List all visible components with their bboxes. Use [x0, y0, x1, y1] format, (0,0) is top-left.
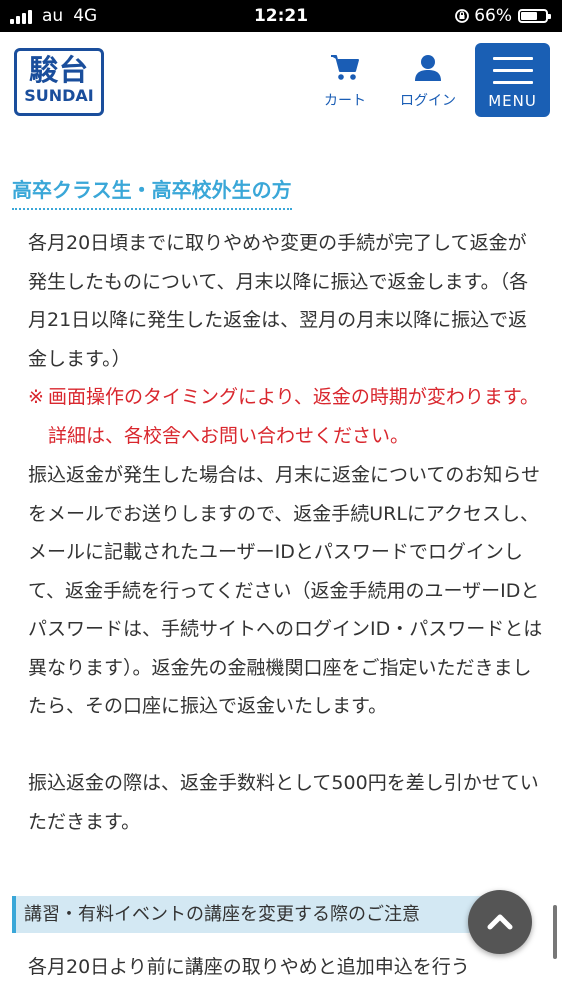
orientation-lock-icon — [455, 9, 470, 23]
scrollbar[interactable] — [553, 905, 557, 959]
battery-icon — [518, 9, 551, 23]
cart-icon — [331, 55, 359, 80]
scroll-to-top-button[interactable] — [468, 890, 532, 954]
menu-label: MENU — [488, 92, 537, 110]
status-right: 66% — [454, 6, 551, 26]
notice-heading: 講習・有料イベントの講座を変更する際のご注意 — [12, 896, 488, 933]
battery-fill — [521, 12, 537, 20]
sundai-logo[interactable]: 駿台 SUNDAI — [14, 48, 104, 116]
refund-fee-paragraph: 振込返金の際は、返金手数料として500円を差し引かせていただきます。 — [28, 772, 539, 833]
logo-kanji: 駿台 — [28, 53, 89, 87]
timing-warning: ※ 画面操作のタイミングにより、返金の時期が変わります。詳細は、各校舎へお問い合… — [28, 378, 543, 455]
login-label: ログイン — [400, 93, 456, 109]
notice-paragraph: 各月20日より前に講座の取りやめと追加申込を行う — [28, 956, 470, 978]
cart-label: カート — [324, 93, 366, 109]
status-bar: au 4G 12:21 66% — [0, 0, 562, 32]
chevron-up-icon — [487, 914, 513, 930]
section-heading: 高卒クラス生・高卒校外生の方 — [12, 175, 292, 210]
refund-paragraph-1: 各月20日頃までに取りやめや変更の手続が完了して返金が発生したものについて、月末… — [28, 232, 529, 370]
hamburger-icon — [492, 57, 533, 84]
battery-percent: 66% — [474, 6, 512, 26]
login-button[interactable]: ログイン — [396, 52, 460, 110]
cart-button[interactable]: カート — [320, 52, 370, 110]
warning-text: 画面操作のタイミングにより、返金の時期が変わります。詳細は、各校舎へお問い合わせ… — [48, 386, 539, 447]
user-icon — [415, 55, 441, 81]
warning-mark: ※ — [28, 386, 44, 408]
site-header: 駿台 SUNDAI カート ログイン MENU — [0, 32, 562, 127]
logo-roman: SUNDAI — [24, 86, 94, 105]
menu-button[interactable]: MENU — [475, 43, 550, 117]
refund-paragraph-2: 振込返金が発生した場合は、月末に返金についてのお知らせをメールでお送りしますので… — [28, 464, 543, 717]
